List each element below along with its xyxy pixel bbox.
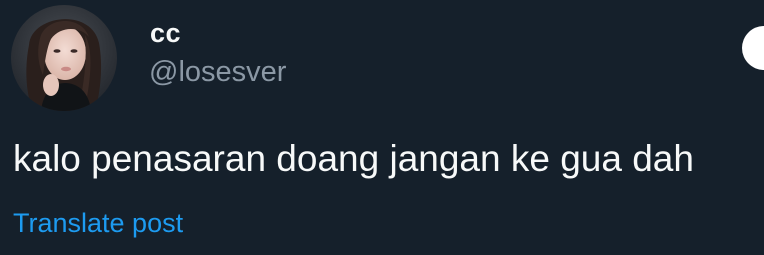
author-display-name[interactable]: cc	[150, 18, 181, 48]
more-options-icon[interactable]	[742, 26, 764, 70]
translate-post-link[interactable]: Translate post	[13, 207, 183, 239]
avatar-photo-icon	[11, 5, 117, 111]
post-text: kalo penasaran doang jangan ke gua dah	[13, 138, 694, 179]
avatar[interactable]	[11, 5, 117, 111]
post-card: cc @losesver kalo penasaran doang jangan…	[0, 0, 764, 255]
author-handle[interactable]: @losesver	[149, 56, 286, 88]
